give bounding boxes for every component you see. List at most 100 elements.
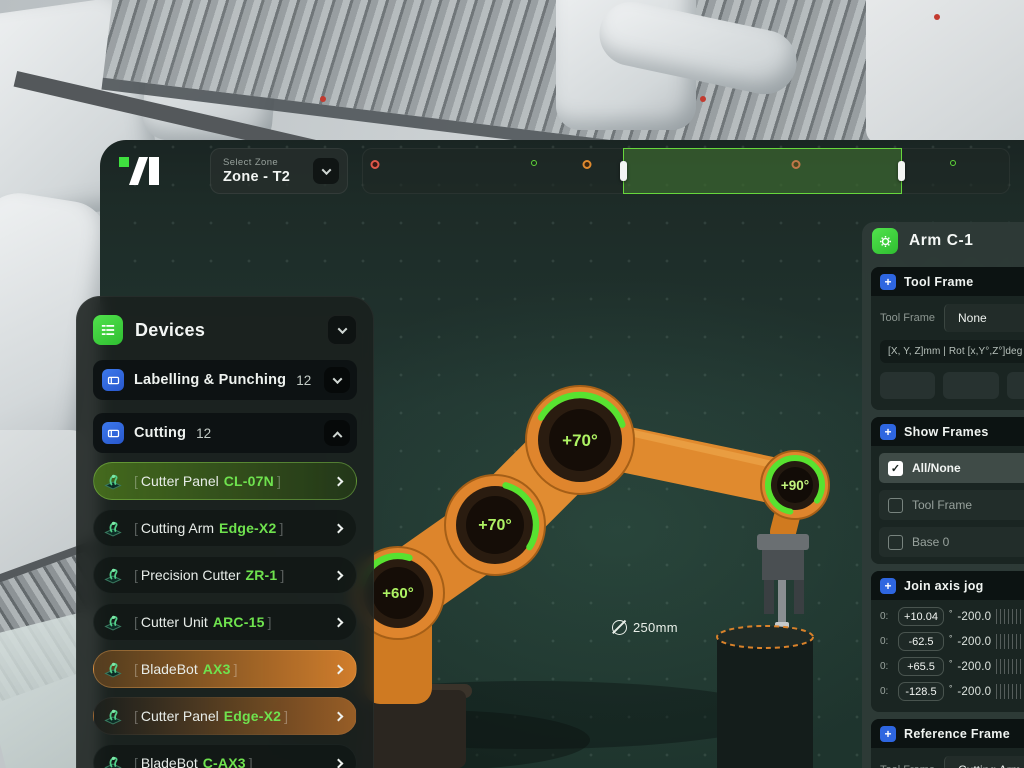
- checkbox-label: All/None: [912, 461, 961, 475]
- degree-symbol: °: [949, 633, 952, 643]
- axis-limit-value: -200.0: [957, 636, 991, 648]
- reference-frame-header[interactable]: + Reference Frame: [871, 719, 1024, 748]
- axis-jog-row: 0: +10.04 ° -200.0: [880, 604, 1024, 629]
- axis-value-input[interactable]: -128.5: [898, 682, 944, 701]
- card-title: Join axis jog: [904, 579, 984, 593]
- timeline[interactable]: [362, 148, 1010, 194]
- axis-jog-slider[interactable]: [996, 659, 1024, 674]
- svg-text:+90°: +90°: [781, 478, 809, 493]
- checkbox-icon[interactable]: [888, 535, 903, 550]
- coordinate-value-input[interactable]: [880, 372, 935, 399]
- selection-start-handle[interactable]: [620, 161, 627, 181]
- chevron-right-icon: [334, 758, 344, 768]
- coordinate-value-input[interactable]: [943, 372, 998, 399]
- bracket: ]: [284, 708, 288, 724]
- timeline-event-dot[interactable]: [531, 160, 537, 166]
- timeline-event-dot[interactable]: [950, 160, 956, 166]
- degree-symbol: °: [949, 683, 952, 693]
- bracket: [: [134, 567, 138, 583]
- plus-icon[interactable]: +: [880, 424, 896, 440]
- show-frames-option[interactable]: Tool Frame: [879, 490, 1024, 520]
- reference-frame-select[interactable]: Cutting Arm 01: [944, 756, 1024, 768]
- plus-icon[interactable]: +: [880, 274, 896, 290]
- chevron-right-icon: [334, 476, 344, 486]
- reference-frame-card: + Reference Frame Tool Frame Cutting Arm…: [871, 719, 1024, 768]
- group-icon: [102, 422, 124, 444]
- device-label: [BladeBotC-AX3]: [131, 755, 323, 768]
- axis-jog-slider[interactable]: [996, 634, 1024, 649]
- device-list-item[interactable]: [Precision CutterZR-1]: [93, 556, 357, 594]
- group-icon: [102, 369, 124, 391]
- plus-icon[interactable]: +: [880, 578, 896, 594]
- show-frames-option[interactable]: All/None: [879, 453, 1024, 483]
- gear-icon: [872, 228, 898, 254]
- robot-device-icon: [103, 565, 123, 585]
- robot-device-icon: [103, 706, 123, 726]
- diameter-icon: [612, 620, 627, 635]
- tool-frame-field: Tool Frame None: [880, 304, 1024, 332]
- device-list-item[interactable]: [Cutting ArmEdge-X2]: [93, 509, 357, 547]
- machine-indicator: [934, 14, 940, 20]
- axis-jog-rows: 0: +10.04 ° -200.0 0: -62.5 ° -200.0 0: …: [871, 600, 1024, 712]
- tool-frame-select[interactable]: None: [944, 304, 1024, 332]
- group-chevron-icon[interactable]: [324, 367, 350, 393]
- devices-panel-title: Devices: [135, 320, 315, 341]
- timeline-event-dot[interactable]: [582, 160, 591, 169]
- device-list-item[interactable]: [BladeBotC-AX3]: [93, 744, 357, 768]
- chevron-right-icon: [334, 617, 344, 627]
- device-list-item[interactable]: [BladeBotAX3]: [93, 650, 357, 688]
- bracket: [: [134, 755, 138, 768]
- axis-jog-slider[interactable]: [996, 609, 1024, 624]
- timeline-selection-range[interactable]: [623, 148, 902, 194]
- coordinate-value-input[interactable]: [1007, 372, 1024, 399]
- axis-limit-value: -200.0: [957, 661, 991, 673]
- show-frames-card: + Show Frames All/None Tool Frame Base 0: [871, 417, 1024, 564]
- bracket: ]: [280, 567, 284, 583]
- bracket: ]: [249, 755, 253, 768]
- app-root: +60° +70° +70° +90°: [0, 0, 1024, 768]
- axis-value-input[interactable]: -62.5: [898, 632, 944, 651]
- axis-label: 0:: [880, 686, 893, 697]
- device-label: [Cutter UnitARC-15]: [131, 614, 323, 630]
- checkbox-icon[interactable]: [888, 498, 903, 513]
- device-group-row[interactable]: Cutting 12: [93, 413, 357, 453]
- show-frames-option[interactable]: Base 0: [879, 527, 1024, 557]
- device-list: [Cutter PanelCL-07N] [Cutting ArmEdge-X2…: [93, 462, 357, 768]
- selection-end-handle[interactable]: [898, 161, 905, 181]
- devices-collapse-chevron-icon[interactable]: [327, 315, 357, 345]
- show-frames-header[interactable]: + Show Frames: [871, 417, 1024, 446]
- device-name: Cutter Unit: [141, 614, 208, 630]
- axis-label: 0:: [880, 661, 893, 672]
- zone-selector-value: Zone - T2: [223, 169, 313, 185]
- group-label: Cutting: [134, 425, 186, 441]
- coordinate-format-hint: [X, Y, Z]mm | Rot [x,Y°,Z°]deg | stäu: [880, 340, 1024, 363]
- arm-panel-title: Arm C-1: [909, 232, 974, 250]
- brand-logo-icon: [118, 151, 164, 191]
- group-count: 12: [296, 373, 314, 388]
- group-chevron-icon[interactable]: [324, 420, 350, 446]
- robot-device-icon: [103, 659, 123, 679]
- axis-value-input[interactable]: +65.5: [898, 657, 944, 676]
- plus-icon[interactable]: +: [880, 726, 896, 742]
- axis-jog-header[interactable]: + Join axis jog: [871, 571, 1024, 600]
- zone-selector[interactable]: Select Zone Zone - T2: [210, 148, 348, 194]
- bracket: ]: [268, 614, 272, 630]
- devices-header: Devices: [93, 313, 357, 347]
- device-list-item[interactable]: [Cutter UnitARC-15]: [93, 603, 357, 641]
- device-list-item[interactable]: [Cutter PanelCL-07N]: [93, 462, 357, 500]
- timeline-event-dot[interactable]: [371, 160, 380, 169]
- device-group-row[interactable]: Labelling & Punching 12: [93, 360, 357, 400]
- checkbox-icon[interactable]: [888, 461, 903, 476]
- zone-selector-label: Select Zone: [223, 157, 313, 168]
- device-name: Cutting Arm: [141, 520, 214, 536]
- robot-joint-elbow: +70°: [445, 475, 545, 575]
- device-list-item[interactable]: [Cutter PanelEdge-X2]: [93, 697, 357, 735]
- chevron-right-icon: [334, 523, 344, 533]
- axis-value-input[interactable]: +10.04: [898, 607, 944, 626]
- degree-symbol: °: [949, 608, 952, 618]
- card-title: Reference Frame: [904, 727, 1010, 741]
- tool-frame-header[interactable]: + Tool Frame: [871, 267, 1024, 296]
- axis-jog-slider[interactable]: [996, 684, 1024, 699]
- card-title: Tool Frame: [904, 275, 973, 289]
- zone-chevron-down-icon[interactable]: [313, 158, 339, 184]
